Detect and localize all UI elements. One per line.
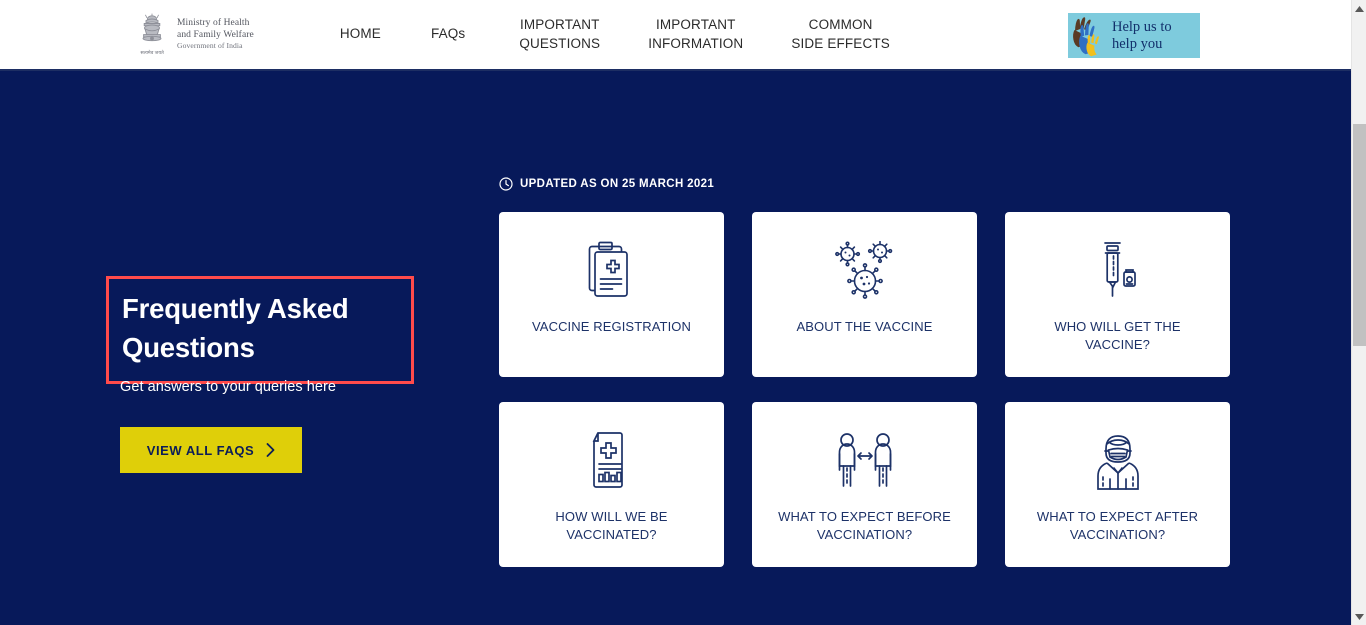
brand-logo[interactable]: सत्यमेव जयते Ministry of Health and Fami… (135, 13, 254, 56)
brand-text: Ministry of Health and Family Welfare Go… (177, 18, 254, 50)
updated-timestamp: UPDATED AS ON 25 MARCH 2021 (499, 177, 714, 191)
card-who-will-get-the-vaccine[interactable]: WHO WILL GET THE VACCINE? (1005, 212, 1230, 377)
hero-left-column: Frequently Asked Questions Get answers t… (106, 276, 414, 473)
virus-particles-icon (833, 240, 897, 302)
topic-cards-grid: VACCINE REGISTRATION ABOUT THE VACCINE W… (499, 212, 1230, 567)
main-navigation: HOME FAQs IMPORTANT QUESTIONS IMPORTANT … (340, 16, 890, 53)
updated-text: UPDATED AS ON 25 MARCH 2021 (520, 178, 715, 190)
view-all-faqs-button[interactable]: VIEW ALL FAQS (120, 427, 302, 473)
brand-line-1: Ministry of Health (177, 18, 250, 29)
india-state-emblem-icon (137, 13, 167, 49)
social-distancing-icon (832, 430, 898, 492)
card-vaccine-registration[interactable]: VACCINE REGISTRATION (499, 212, 724, 377)
nav-item-faqs[interactable]: FAQs (415, 25, 503, 44)
three-hands-icon (1065, 15, 1115, 62)
brand-line-2: and Family Welfare (177, 29, 254, 40)
emblem-wrap: सत्यमेव जयते (135, 13, 169, 56)
help-badge-text: Help us to help you (1112, 18, 1172, 52)
vertical-scrollbar[interactable] (1351, 0, 1366, 625)
scrollbar-thumb[interactable] (1353, 124, 1366, 346)
nav-item-home[interactable]: HOME (340, 25, 415, 44)
card-label: VACCINE REGISTRATION (532, 319, 691, 334)
card-label: ABOUT THE VACCINE (796, 319, 933, 334)
card-label: WHAT TO EXPECT BEFORE VACCINATION? (778, 509, 951, 543)
scroll-up-arrow-icon[interactable] (1352, 0, 1366, 17)
view-all-faqs-label: VIEW ALL FAQS (146, 442, 255, 458)
browser-viewport: सत्यमेव जयते Ministry of Health and Fami… (0, 0, 1366, 625)
card-label: HOW WILL WE BE VACCINATED? (555, 509, 668, 543)
card-label: WHAT TO EXPECT AFTER VACCINATION? (1036, 509, 1199, 543)
medical-document-icon (588, 430, 636, 492)
page-content: सत्यमेव जयते Ministry of Health and Fami… (0, 0, 1351, 625)
card-label: WHO WILL GET THE VACCINE? (1054, 319, 1181, 353)
hero-subtitle: Get answers to your queries here (120, 379, 336, 395)
emblem-caption: सत्यमेव जयते (140, 49, 164, 56)
hero-section: UPDATED AS ON 25 MARCH 2021 Frequently A… (0, 71, 1351, 625)
card-what-to-expect-before-vaccination[interactable]: WHAT TO EXPECT BEFORE VACCINATION? (752, 402, 977, 567)
clock-icon (499, 177, 513, 191)
page-title: Frequently Asked Questions (122, 293, 349, 364)
nav-item-important-questions[interactable]: IMPORTANT QUESTIONS (503, 16, 632, 53)
nav-item-common-side-effects[interactable]: COMMON SIDE EFFECTS (775, 16, 890, 53)
chevron-right-icon (266, 443, 275, 457)
page-title-highlight: Frequently Asked Questions (106, 276, 414, 385)
card-how-will-we-be-vaccinated[interactable]: HOW WILL WE BE VACCINATED? (499, 402, 724, 567)
card-what-to-expect-after-vaccination[interactable]: WHAT TO EXPECT AFTER VACCINATION? (1005, 402, 1230, 567)
site-header: सत्यमेव जयते Ministry of Health and Fami… (0, 0, 1351, 71)
scroll-down-arrow-icon[interactable] (1352, 608, 1366, 625)
card-about-the-vaccine[interactable]: ABOUT THE VACCINE (752, 212, 977, 377)
nav-item-important-information[interactable]: IMPORTANT INFORMATION (632, 16, 775, 53)
brand-line-3: Government of India (177, 40, 243, 50)
help-us-to-help-you-badge[interactable]: Help us to help you (1068, 13, 1200, 58)
clipboard-medical-icon (585, 240, 639, 302)
masked-person-icon (1089, 430, 1147, 492)
syringe-vial-icon (1093, 240, 1143, 302)
